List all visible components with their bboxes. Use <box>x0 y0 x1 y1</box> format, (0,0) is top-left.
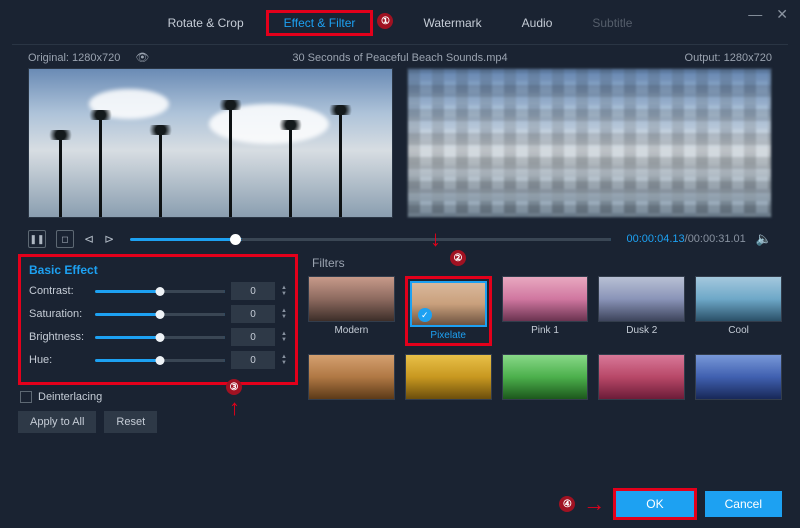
eye-icon[interactable]: 👁 <box>135 52 149 64</box>
hue-value[interactable]: 0 <box>231 351 275 369</box>
filter-item-modern[interactable]: Modern <box>308 276 395 346</box>
ok-button[interactable]: OK <box>613 488 696 520</box>
brightness-up[interactable]: ▲ <box>281 332 287 337</box>
hue-up[interactable]: ▲ <box>281 355 287 360</box>
playback-bar: ❚❚ ◻ ⊲ ⊳ 00:00:04.13/00:00:31.01 🔈 <box>0 224 800 254</box>
hue-label: Hue: <box>29 354 89 366</box>
filter-thumb <box>695 354 782 400</box>
volume-icon[interactable]: 🔈 <box>756 231 772 247</box>
contrast-label: Contrast: <box>29 285 89 297</box>
apply-to-all-button[interactable]: Apply to All <box>18 411 96 433</box>
time-display: 00:00:04.13/00:00:31.01 <box>627 233 746 245</box>
filter-thumb <box>598 276 685 322</box>
basic-effect-panel: Basic Effect Contrast: 0 ▲▼ Saturation: … <box>18 254 298 385</box>
filter-label: Dusk 2 <box>598 325 685 336</box>
filter-label: Pixelate <box>410 330 487 341</box>
filter-item-unnamed[interactable] <box>502 354 589 403</box>
stop-button[interactable]: ◻ <box>56 230 74 248</box>
tabs: Rotate & Crop Effect & Filter ① Watermar… <box>12 0 788 45</box>
brightness-down[interactable]: ▼ <box>281 338 287 343</box>
tab-rotate-crop[interactable]: Rotate & Crop <box>150 10 262 36</box>
hue-down[interactable]: ▼ <box>281 361 287 366</box>
seek-slider[interactable] <box>130 238 610 241</box>
filter-thumb <box>502 276 589 322</box>
window-controls: — ✕ <box>748 6 788 23</box>
close-icon[interactable]: ✕ <box>776 6 788 23</box>
tab-effect-filter[interactable]: Effect & Filter <box>266 10 374 36</box>
filter-thumb <box>502 354 589 400</box>
contrast-slider[interactable] <box>95 290 225 293</box>
filter-label: Modern <box>308 325 395 336</box>
footer: ④ → OK Cancel <box>559 488 782 520</box>
original-resolution: Original: 1280x720 <box>28 52 120 64</box>
arrow-up-icon: ↑ <box>229 395 240 421</box>
filter-item-dusk-2[interactable]: Dusk 2 <box>598 276 685 346</box>
contrast-value[interactable]: 0 <box>231 282 275 300</box>
output-resolution: Output: 1280x720 <box>685 52 772 64</box>
filter-item-unnamed[interactable] <box>308 354 395 403</box>
deinterlacing-label: Deinterlacing <box>38 391 102 403</box>
saturation-label: Saturation: <box>29 308 89 320</box>
reset-button[interactable]: Reset <box>104 411 157 433</box>
brightness-label: Brightness: <box>29 331 89 343</box>
deinterlacing-checkbox[interactable] <box>20 391 32 403</box>
filter-thumb <box>308 276 395 322</box>
tab-watermark[interactable]: Watermark <box>405 10 499 36</box>
preview-output <box>407 68 772 218</box>
next-frame-button[interactable]: ⊳ <box>104 232 114 246</box>
cancel-button[interactable]: Cancel <box>705 491 782 517</box>
saturation-down[interactable]: ▼ <box>281 315 287 320</box>
filter-thumb <box>308 354 395 400</box>
filter-thumb: ✓ <box>410 281 487 327</box>
filter-item-cool[interactable]: Cool <box>695 276 782 346</box>
callout-2: ② <box>450 250 466 266</box>
saturation-up[interactable]: ▲ <box>281 309 287 314</box>
brightness-value[interactable]: 0 <box>231 328 275 346</box>
tab-subtitle[interactable]: Subtitle <box>574 10 650 36</box>
info-bar: Original: 1280x720 👁 30 Seconds of Peace… <box>0 45 800 68</box>
filter-thumb <box>598 354 685 400</box>
filter-item-pixelate[interactable]: ✓ Pixelate <box>405 276 492 346</box>
contrast-down[interactable]: ▼ <box>281 292 287 297</box>
filter-item-unnamed[interactable] <box>598 354 685 403</box>
tab-audio[interactable]: Audio <box>504 10 571 36</box>
callout-4: ④ <box>559 496 575 512</box>
filter-thumb <box>695 276 782 322</box>
check-icon: ✓ <box>418 308 432 322</box>
filter-item-unnamed[interactable] <box>695 354 782 403</box>
basic-effect-title: Basic Effect <box>29 263 287 277</box>
preview-panes <box>0 68 800 224</box>
contrast-up[interactable]: ▲ <box>281 286 287 291</box>
filter-thumb <box>405 354 492 400</box>
filters-title: Filters <box>312 256 782 270</box>
brightness-slider[interactable] <box>95 336 225 339</box>
preview-original <box>28 68 393 218</box>
filter-item-unnamed[interactable] <box>405 354 492 403</box>
filters-panel: ↓ ② Filters Modern✓PixelatePink 1Dusk 2C… <box>308 254 782 433</box>
filter-item-pink-1[interactable]: Pink 1 <box>502 276 589 346</box>
minimize-icon[interactable]: — <box>748 6 762 23</box>
filter-label: Cool <box>695 325 782 336</box>
callout-3: ③ <box>226 379 242 395</box>
callout-1: ① <box>377 13 393 29</box>
filter-label: Pink 1 <box>502 325 589 336</box>
arrow-right-icon: → <box>583 491 605 517</box>
file-name: 30 Seconds of Peaceful Beach Sounds.mp4 <box>292 52 507 64</box>
pause-button[interactable]: ❚❚ <box>28 230 46 248</box>
prev-frame-button[interactable]: ⊲ <box>84 232 94 246</box>
saturation-slider[interactable] <box>95 313 225 316</box>
saturation-value[interactable]: 0 <box>231 305 275 323</box>
hue-slider[interactable] <box>95 359 225 362</box>
arrow-down-icon: ↓ <box>430 226 441 252</box>
